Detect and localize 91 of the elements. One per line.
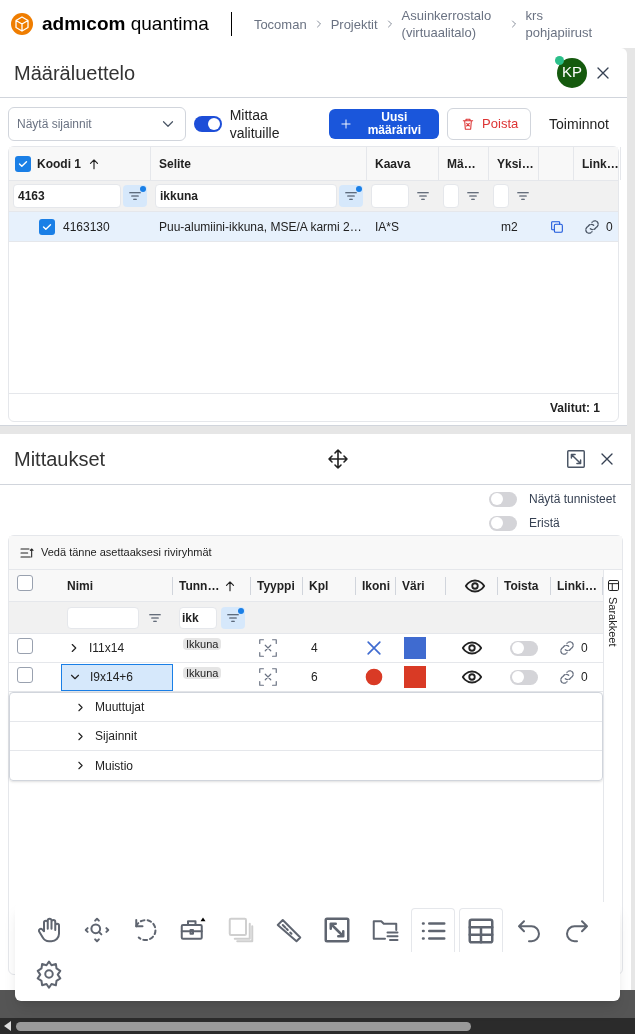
row-checkbox[interactable]: [39, 218, 55, 235]
app-logo-text: admıcom quantima: [42, 11, 209, 36]
detail-section[interactable]: Sijainnit: [10, 722, 602, 751]
new-row-button[interactable]: Uusi määrärivi: [329, 109, 440, 139]
name-cell[interactable]: I11x14: [61, 634, 173, 662]
table-cell-text: m2: [500, 218, 519, 236]
link-count: 0: [581, 640, 588, 657]
logo-icon: [10, 12, 34, 36]
group-bar-text: Vedä tänne asettaaksesi riviryhmät: [41, 545, 212, 561]
copy-icon[interactable]: [549, 218, 565, 235]
horizontal-scrollbar[interactable]: [0, 1018, 635, 1034]
link-icon: [557, 667, 577, 687]
toolbar-button[interactable]: [459, 908, 503, 952]
filter-input[interactable]: [493, 184, 509, 208]
column-header[interactable]: Kaava: [375, 154, 411, 173]
column-header[interactable]: Link…: [582, 154, 619, 173]
toggle-switch[interactable]: [193, 116, 222, 132]
column-header[interactable]: Kpl: [309, 576, 329, 595]
breadcrumb-link[interactable]: Projektit: [330, 15, 378, 33]
expand-icon[interactable]: [565, 448, 587, 470]
toggle-switch[interactable]: [489, 515, 517, 531]
filter-input[interactable]: [67, 606, 139, 629]
breadcrumb-link[interactable]: Tocoman: [253, 15, 307, 33]
fit-icon: [322, 915, 352, 945]
settings-icon: [34, 959, 64, 989]
column-header[interactable]: Väri: [402, 576, 425, 595]
selection-count: Valitut: 1: [550, 399, 600, 417]
toggle-switch[interactable]: [489, 491, 517, 507]
columns-side-tab[interactable]: Sarakkeet: [604, 578, 622, 647]
link-count: 0: [581, 669, 588, 686]
table-cell-text: 6: [310, 669, 319, 686]
filter-button[interactable]: [123, 185, 147, 207]
filter-input[interactable]: [443, 184, 459, 208]
toggle-switch[interactable]: [510, 669, 538, 685]
column-header[interactable]: Yksi…: [497, 154, 534, 173]
scroll-left-arrow-icon[interactable]: [4, 1021, 12, 1031]
column-header[interactable]: Ikoni: [362, 576, 390, 595]
layers-icon: [226, 915, 256, 945]
toggle-label: Näytä tunnisteet: [529, 491, 616, 508]
color-swatch[interactable]: [404, 637, 426, 659]
user-avatar[interactable]: KP: [557, 57, 587, 88]
filter-input[interactable]: [371, 184, 409, 208]
color-swatch[interactable]: [404, 666, 426, 688]
location-dropdown[interactable]: Näytä sijainnit: [8, 107, 186, 141]
select-all-checkbox[interactable]: [15, 155, 31, 172]
filter-button[interactable]: [221, 606, 245, 629]
column-header[interactable]: Toista: [504, 576, 539, 595]
type-tag: Ikkuna: [183, 667, 222, 679]
link-count: 0: [606, 218, 613, 236]
detail-section[interactable]: Muistio: [10, 751, 602, 780]
select-all-checkbox[interactable]: [17, 575, 33, 591]
actions-button[interactable]: Toiminnot: [539, 108, 619, 140]
filter-button[interactable]: [339, 185, 363, 207]
column-header[interactable]: Selite: [159, 154, 191, 173]
column-header[interactable]: Nimi: [67, 576, 93, 595]
toolbar-button[interactable]: [411, 908, 455, 952]
toggle-switch[interactable]: [510, 640, 538, 656]
zoom-icon: [82, 915, 112, 945]
link-icon: [557, 638, 577, 658]
sort-arrow-icon: [87, 156, 101, 171]
column-header[interactable]: Linki…: [557, 576, 597, 595]
breadcrumb-link[interactable]: krs pohjapiirust: [525, 7, 606, 41]
column-header[interactable]: Koodi 1: [37, 154, 81, 173]
breadcrumb-link[interactable]: Asuinkerrostalo (virtuaalitalo): [401, 7, 502, 41]
table-row[interactable]: 4163130 Puu-alumiini-ikkuna, MSE/A karmi 2… IA*S m2 0: [9, 212, 618, 242]
detail-section[interactable]: Muuttujat: [10, 693, 602, 722]
plus-icon: [339, 117, 354, 131]
table-cell-text: Puu-alumiini-ikkuna, MSE/A karmi 2…: [158, 218, 363, 236]
table-cell-text: 4163130: [63, 218, 110, 236]
filter-input[interactable]: ikk: [179, 606, 217, 629]
row-checkbox[interactable]: [17, 637, 33, 654]
table-cell-text: IA*S: [374, 218, 400, 236]
dashed-frame-icon: [257, 637, 279, 659]
type-tag: Ikkuna: [183, 638, 222, 650]
dashed-frame-icon: [257, 666, 279, 688]
panel-title: Määräluettelo: [14, 60, 137, 86]
toggle-label: Mittaa valituille: [229, 106, 281, 142]
toggle-label: Eristä: [529, 515, 560, 532]
delete-button[interactable]: Poista: [447, 108, 532, 140]
table-layout-icon: [605, 578, 621, 593]
column-header[interactable]: Mä…: [447, 154, 476, 173]
table-cell-text: 4: [310, 640, 319, 657]
scrollbar-thumb[interactable]: [16, 1021, 471, 1031]
filter-input[interactable]: 4163: [13, 184, 121, 208]
column-header[interactable]: Tunn…: [179, 576, 220, 595]
filter-input[interactable]: ikkuna: [155, 184, 337, 208]
row-checkbox[interactable]: [17, 666, 33, 683]
column-header[interactable]: Tyyppi: [257, 576, 295, 595]
name-cell[interactable]: I9x14+6: [61, 663, 173, 691]
panel-title: Mittaukset: [14, 447, 106, 472]
move-icon[interactable]: [326, 447, 350, 471]
